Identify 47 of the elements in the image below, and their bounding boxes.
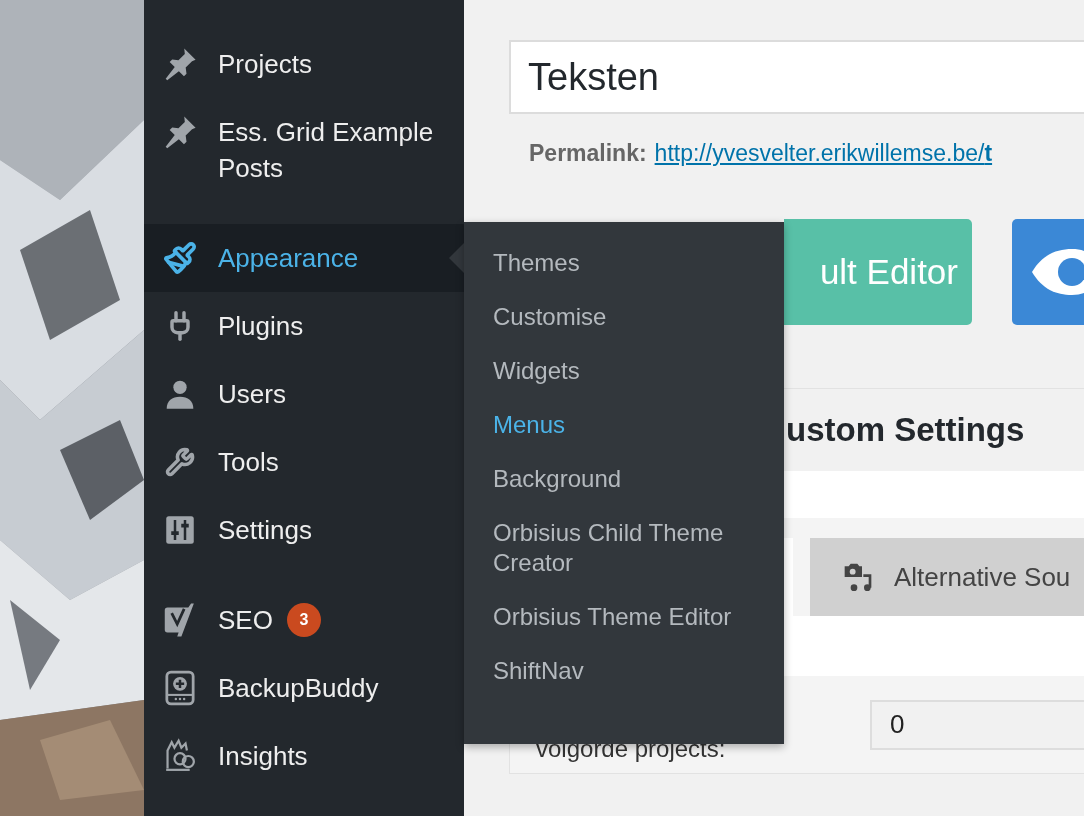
sidebar-item-label: BackupBuddy [218,672,379,705]
paintbrush-icon [163,241,197,275]
settings-tab[interactable]: Alternative Sou [810,538,1084,616]
sidebar-item-label: Projects [218,48,312,81]
permalink-link[interactable]: http://yvesvelter.erikwillemse.be/t [654,140,993,167]
eye-icon [1032,247,1084,297]
submenu-item[interactable]: Themes [464,236,784,290]
sidebar-item-label: Settings [218,514,312,547]
sliders-icon [165,515,195,545]
sidebar-item-label: SEO [218,604,273,637]
yoast-icon [163,602,197,638]
sidebar-item[interactable]: Tools [144,428,464,496]
permalink-label: Permalink: [529,140,647,167]
submenu-item[interactable]: Orbisius Theme Editor [464,590,784,644]
sidebar-item-label: Tools [218,446,279,479]
sidebar-item-label: Users [218,378,286,411]
sidebar-item[interactable]: Appearance [144,224,464,292]
sidebar-item[interactable]: Settings [144,496,464,564]
sidebar-item-label: Insights [218,740,308,773]
sidebar-item[interactable]: Ess. Grid Example Posts [144,98,464,202]
submenu-item[interactable]: Menus [464,398,784,452]
submenu-item[interactable]: Background [464,452,784,506]
pin-icon [163,115,197,149]
pin-icon [163,47,197,81]
sidebar-item-label: Ess. Grid Example Posts [218,116,435,185]
sidebar-item[interactable]: Plugins [144,292,464,360]
sidebar-item[interactable]: Projects [144,30,464,98]
user-icon [164,378,196,410]
camera-music-icon [842,561,874,593]
sidebar-item-label: Appearance [218,242,359,275]
title-field[interactable]: Teksten [509,40,1084,114]
submenu-item[interactable]: ShiftNav [464,644,784,698]
submenu-item[interactable]: Customise [464,290,784,344]
submenu-item[interactable]: Orbisius Child Theme Creator [464,506,784,590]
field-label: volgorde projects: [536,735,727,763]
count-badge: 3 [286,603,321,637]
submenu-item[interactable]: Widgets [464,344,784,398]
sidebar-item[interactable]: BackupBuddy [144,654,464,722]
sidebar-item[interactable]: Insights [144,722,464,790]
wrench-icon [165,447,195,477]
sidebar-item-label: Plugins [218,310,304,343]
order-input[interactable]: 0 [870,699,1084,750]
panel-title: ustom Settings [786,411,1025,449]
sidebar-item[interactable]: SEO 3 [144,586,464,654]
sidebar-item[interactable]: Users [144,360,464,428]
tab-label: Alternative Sou [894,561,1071,593]
drive-icon [164,670,196,706]
